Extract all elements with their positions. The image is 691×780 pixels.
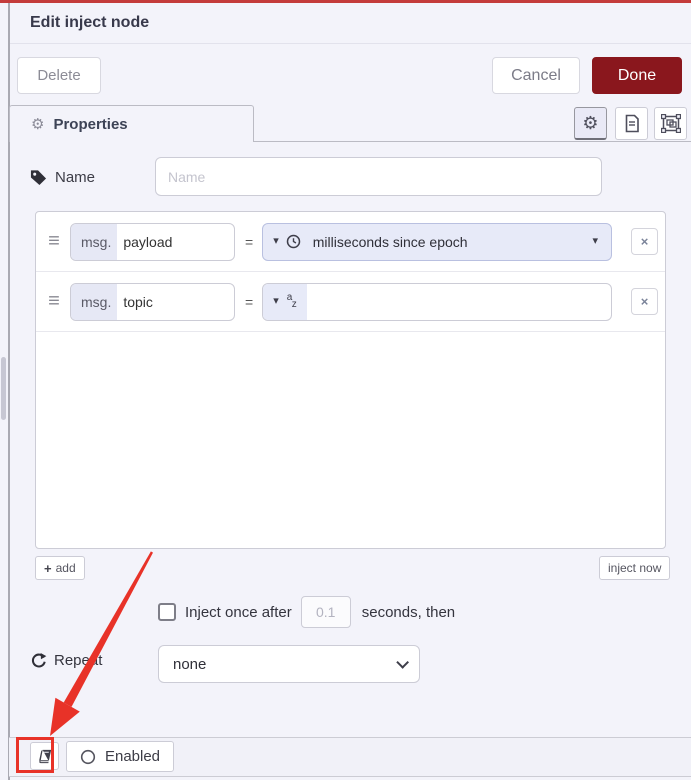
- enabled-label: Enabled: [104, 748, 161, 765]
- typed-input-topic[interactable]: ▾ a z: [262, 282, 612, 321]
- document-icon: [625, 114, 639, 133]
- typed-input-value: milliseconds since epoch: [312, 233, 468, 250]
- repeat-select[interactable]: none: [158, 645, 420, 683]
- gear-icon: ⚙: [31, 115, 45, 133]
- property-row-payload: ≡ msg. payload = ▾ milliseconds since ep…: [36, 212, 665, 272]
- property-key-value: payload: [123, 233, 173, 250]
- delete-button[interactable]: Delete: [17, 57, 101, 94]
- repeat-selected-value: none: [173, 655, 207, 673]
- description-tab-button[interactable]: [615, 107, 648, 140]
- clock-icon: [286, 234, 300, 249]
- inject-delay-input[interactable]: [300, 596, 351, 628]
- book-icon: [38, 749, 52, 763]
- msg-prefix-label: msg.: [71, 283, 118, 320]
- typed-input-payload[interactable]: ▾ milliseconds since epoch ▾: [262, 222, 612, 261]
- chevron-down-icon: [396, 655, 409, 669]
- appearance-tab-button[interactable]: [654, 107, 687, 140]
- equals-sign: =: [245, 233, 254, 250]
- enabled-toggle-button[interactable]: Enabled: [66, 741, 174, 772]
- name-input[interactable]: [155, 157, 602, 196]
- object-group-icon: [660, 114, 681, 133]
- property-key-input[interactable]: msg. topic: [70, 282, 235, 321]
- cancel-button[interactable]: Cancel: [492, 57, 580, 94]
- plus-icon: +: [44, 560, 52, 576]
- property-row-topic: ≡ msg. topic = ▾ a z ×: [36, 272, 665, 332]
- repeat-label: Repeat: [54, 652, 103, 669]
- type-select-caret-icon[interactable]: ▾: [273, 236, 279, 247]
- tag-icon: [30, 169, 47, 185]
- name-field-label: Name: [55, 168, 96, 186]
- inject-once-checkbox[interactable]: [158, 603, 176, 621]
- dialog-footer: Enabled: [9, 737, 691, 777]
- add-button-label: add: [55, 561, 76, 575]
- scrollbar-thumb[interactable]: [1, 357, 6, 420]
- inject-now-button[interactable]: inject now: [599, 556, 671, 580]
- dialog-header: Edit inject node: [10, 3, 691, 44]
- repeat-label-row: Repeat: [30, 652, 102, 669]
- inject-once-row: Inject once after seconds, then: [158, 596, 455, 628]
- done-button[interactable]: Done: [592, 57, 682, 94]
- string-type-icon: a z: [286, 291, 297, 310]
- property-key-value: topic: [123, 293, 153, 310]
- msg-prefix-label: msg.: [71, 223, 118, 260]
- property-key-input[interactable]: msg. payload: [70, 222, 235, 261]
- circle-status-icon: [80, 749, 96, 764]
- remove-row-button[interactable]: ×: [631, 288, 658, 315]
- name-field-row: Name: [30, 158, 95, 196]
- drag-handle-icon[interactable]: ≡: [42, 290, 66, 313]
- properties-list: ≡ msg. payload = ▾ milliseconds since ep…: [35, 211, 666, 549]
- gear-icon: ⚙: [582, 113, 599, 133]
- tab-properties-label: Properties: [53, 115, 128, 133]
- seconds-then-label: seconds, then: [361, 603, 456, 621]
- properties-tab-button[interactable]: ⚙: [574, 107, 607, 140]
- inject-once-label: Inject once after: [185, 603, 292, 621]
- drag-handle-icon[interactable]: ≡: [42, 230, 66, 253]
- type-select-caret-icon[interactable]: ▾: [273, 296, 279, 307]
- add-property-button[interactable]: + add: [35, 556, 85, 580]
- dialog-title: Edit inject node: [30, 14, 150, 31]
- remove-row-button[interactable]: ×: [631, 228, 658, 255]
- equals-sign: =: [245, 293, 254, 310]
- library-button[interactable]: [30, 742, 59, 770]
- options-caret-icon[interactable]: ▾: [592, 236, 598, 247]
- tab-properties[interactable]: ⚙ Properties: [9, 105, 254, 142]
- repeat-icon: [31, 653, 47, 668]
